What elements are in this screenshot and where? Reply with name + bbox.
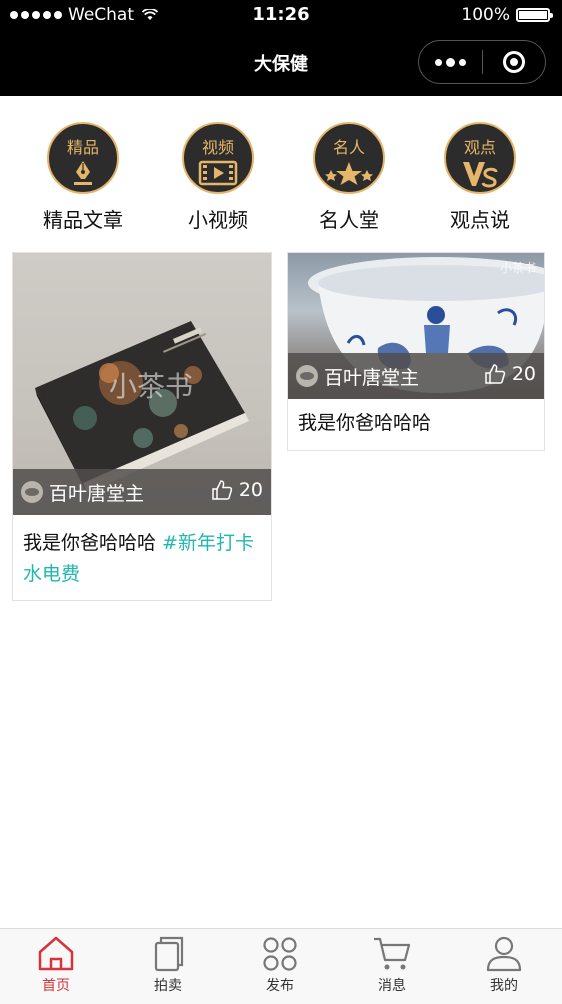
- tab-label: 首页: [42, 978, 70, 994]
- tab-publish[interactable]: 发布: [224, 935, 336, 995]
- post-card[interactable]: 小茶书 百叶唐堂主 20 我是你爸哈哈哈: [287, 252, 545, 451]
- category-item-articles[interactable]: 精品 精品文章: [18, 122, 148, 233]
- category-badge-text: 名人: [332, 138, 365, 157]
- cards-icon: [154, 936, 184, 972]
- author-bar: 百叶唐堂主 20: [13, 469, 271, 515]
- watermark-text: 小茶书: [109, 370, 194, 403]
- vs-icon: 观点: [444, 122, 516, 194]
- target-icon: [502, 51, 525, 73]
- tab-auction[interactable]: 拍卖: [112, 935, 224, 995]
- close-miniprogram-button[interactable]: [483, 40, 545, 84]
- caption-text: 我是你爸哈哈哈: [23, 532, 163, 554]
- avatar[interactable]: [21, 481, 43, 503]
- category-item-viewpoints[interactable]: 观点 观点说: [415, 122, 545, 233]
- tab-label: 消息: [378, 978, 406, 994]
- miniprogram-capsule: [418, 40, 546, 84]
- more-menu-button[interactable]: [419, 40, 482, 84]
- author-name[interactable]: 百叶唐堂主: [49, 479, 144, 506]
- category-item-videos[interactable]: 视频 小视频: [153, 122, 283, 233]
- tab-label: 发布: [266, 978, 294, 994]
- category-badge-text: 观点: [463, 138, 496, 157]
- category-label: 名人堂: [319, 208, 379, 232]
- grid-circles-icon: [263, 937, 297, 971]
- thumbs-up-icon: [212, 480, 233, 500]
- battery-percent: 100%: [461, 5, 510, 25]
- category-label: 观点说: [450, 208, 510, 232]
- nav-bar: 大保健: [0, 30, 562, 96]
- tab-messages[interactable]: 消息: [336, 935, 448, 995]
- more-dot-icon: [446, 57, 455, 67]
- stars-icon: 名人: [313, 122, 385, 194]
- like-count: 20: [238, 479, 263, 501]
- category-item-famous[interactable]: 名人 名人堂: [284, 122, 414, 233]
- status-right: 100%: [461, 5, 553, 25]
- tab-label: 拍卖: [154, 978, 182, 994]
- category-label: 精品文章: [43, 208, 123, 232]
- category-badge-text: 视频: [201, 138, 234, 157]
- cart-icon: [374, 937, 411, 970]
- home-icon: [38, 936, 74, 971]
- tab-profile[interactable]: 我的: [448, 935, 560, 995]
- status-bar: WeChat 11:26 100%: [0, 0, 562, 30]
- author-name[interactable]: 百叶唐堂主: [324, 363, 419, 390]
- tab-bar: 首页 拍卖 发布 消息 我的: [0, 928, 562, 1004]
- caption-text: 我是你爸哈哈哈: [298, 412, 432, 434]
- watermark-text: 小茶书: [499, 261, 536, 275]
- post-caption[interactable]: 我是你爸哈哈哈: [298, 408, 534, 439]
- author-bar: 百叶唐堂主 20: [288, 353, 544, 399]
- post-card[interactable]: 小茶书 百叶唐堂主 20 我是你爸哈哈哈 #新年打卡水电费: [12, 252, 272, 601]
- battery-icon: [516, 8, 553, 22]
- film-play-icon: 视频: [182, 122, 254, 194]
- thumbs-up-icon: [485, 364, 506, 384]
- category-badge-text: 精品: [66, 138, 99, 157]
- user-icon: [486, 936, 522, 972]
- app-screen: WeChat 11:26 100% 大保健 精品 精品文章 视频 小视频 名人 …: [0, 0, 562, 1004]
- like-count: 20: [511, 363, 536, 385]
- more-dot-icon: [459, 58, 466, 66]
- category-label: 小视频: [188, 208, 248, 232]
- tab-home[interactable]: 首页: [0, 935, 112, 995]
- more-dot-icon: [435, 58, 442, 66]
- like-button[interactable]: 20: [211, 479, 263, 501]
- tab-label: 我的: [490, 978, 518, 994]
- avatar[interactable]: [296, 365, 318, 387]
- category-row: 精品 精品文章 视频 小视频 名人 名人堂 观点 观点说: [0, 122, 562, 242]
- pen-nib-icon: 精品: [47, 122, 119, 194]
- like-button[interactable]: 20: [484, 363, 536, 385]
- post-caption[interactable]: 我是你爸哈哈哈 #新年打卡水电费: [23, 528, 261, 590]
